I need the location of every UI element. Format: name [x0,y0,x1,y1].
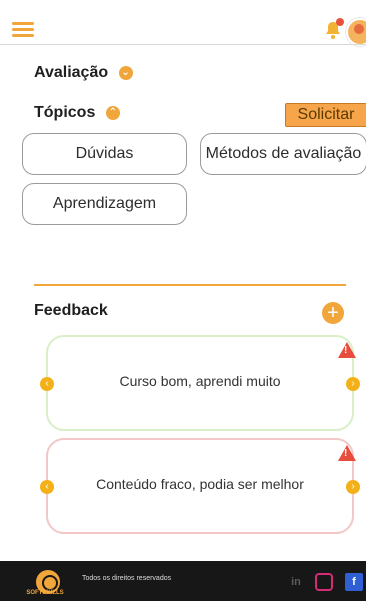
warning-icon [338,342,356,358]
evaluation-title: Avaliação [34,64,109,81]
request-button[interactable]: Solicitar [285,103,366,127]
footer-brand: SOFTSKILLS [26,590,64,596]
warning-icon [338,445,356,461]
feedback-card-positive[interactable]: ‹ › Curso bom, aprendi muito [40,335,360,431]
feedback-title: Feedback [34,302,108,319]
topic-button-evaluation-methods[interactable]: Métodos de avaliação [200,133,366,175]
chevron-down-icon[interactable]: ⌄ [118,65,133,80]
menu-icon[interactable] [12,22,34,38]
chevron-up-icon[interactable]: ⌃ [105,105,120,120]
bell-icon[interactable] [324,18,344,40]
avatar[interactable] [346,18,366,46]
top-bar [0,0,366,46]
footer: SOFTSKILLS Todos os direitos reservados … [0,561,366,601]
topic-button-doubts[interactable]: Dúvidas [22,133,187,175]
facebook-icon[interactable]: f [345,573,363,591]
topics-title: Tópicos [34,104,96,121]
notification-dot [336,18,344,26]
instagram-icon[interactable] [315,573,333,591]
footer-rights: Todos os direitos reservados [82,575,172,582]
topic-button-learning[interactable]: Aprendizagem [22,183,187,225]
feedback-card-negative[interactable]: ‹ › Conteúdo fraco, podia ser melhor [40,438,360,534]
app-screen: Avaliação ⌄ Tópicos ⌃ Solicitar Dúvidas … [0,0,366,601]
linkedin-icon[interactable]: in [287,573,305,591]
feedback-text: Conteúdo fraco, podia ser melhor [96,476,304,492]
add-feedback-icon[interactable]: + [322,302,344,324]
topics-heading: Tópicos ⌃ [34,104,120,122]
evaluation-heading: Avaliação ⌄ [34,64,133,82]
feedback-text: Curso bom, aprendi muito [119,373,281,389]
section-divider [34,284,346,286]
